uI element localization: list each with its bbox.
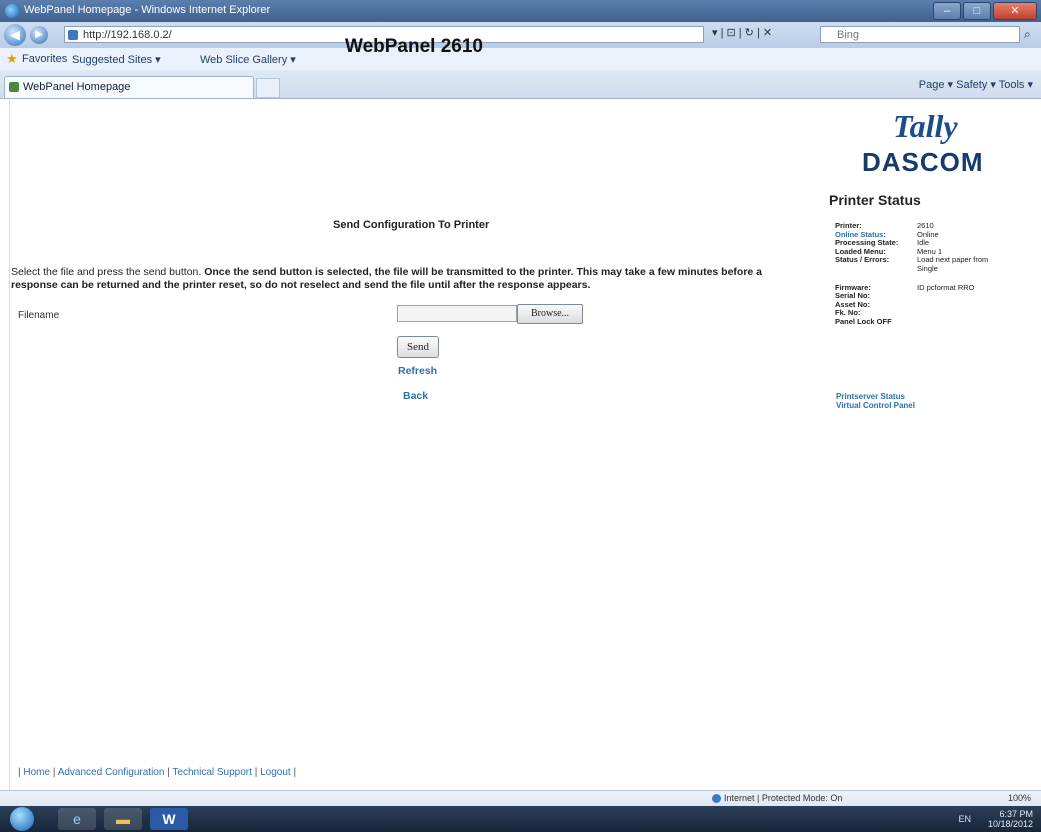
footer-nav: | Home | Advanced Configuration | Techni…	[18, 767, 297, 778]
search-icon[interactable]: ⌕	[1024, 27, 1031, 42]
printer-status-heading: Printer Status	[829, 192, 921, 208]
back-arrow-icon[interactable]: ◀	[4, 24, 26, 46]
window-controls: – □ ✕	[933, 2, 1037, 20]
page-title: WebPanel 2610	[345, 36, 484, 57]
favorites-star-icon[interactable]: ★	[6, 51, 18, 67]
browse-button[interactable]: Browse...	[517, 304, 583, 324]
command-bar[interactable]: Page ▾ Safety ▾ Tools ▾	[919, 78, 1033, 91]
maximize-button[interactable]: □	[963, 2, 991, 20]
virtual-control-panel-link[interactable]: Virtual Control Panel	[836, 401, 915, 410]
status-row-errors: Status / Errors: Load next paper from Si…	[835, 256, 1005, 273]
footer-advanced-link[interactable]: Advanced Configuration	[58, 767, 165, 778]
status-row-asset: Asset No:	[835, 300, 1005, 310]
zoom-level[interactable]: 100%	[1008, 793, 1031, 803]
file-path-input[interactable]	[397, 305, 517, 322]
ie-logo-icon	[5, 4, 19, 18]
dascom-logo: DASCOM	[862, 147, 984, 177]
taskbar-folder-icon[interactable]: ▬	[104, 808, 142, 830]
section-title: Send Configuration To Printer	[333, 219, 490, 231]
start-button[interactable]	[10, 807, 34, 831]
filename-label: Filename	[18, 310, 60, 321]
tab-title: WebPanel Homepage	[23, 81, 131, 93]
tally-logo: Tally	[893, 108, 958, 144]
globe-icon	[712, 794, 721, 804]
status-row-panel-lock: Panel Lock OFF	[835, 316, 1005, 327]
favorites-button[interactable]: Favorites	[22, 53, 67, 65]
footer-home-link[interactable]: Home	[23, 767, 50, 778]
window-titlebar: WebPanel Homepage - Windows Internet Exp…	[0, 0, 1041, 22]
instructions-text: Select the file and press the send butto…	[11, 266, 801, 292]
browser-status-bar: Internet | Protected Mode: On 100%	[0, 790, 1041, 807]
clock[interactable]: 6:37 PM 10/18/2012	[988, 809, 1033, 829]
status-value: ID pcformat RRO	[917, 282, 975, 292]
clock-date: 10/18/2012	[987, 819, 1033, 829]
windows-taskbar: e ▬ W EN 6:37 PM 10/18/2012	[0, 806, 1041, 832]
security-zone: Internet | Protected Mode: On	[712, 793, 843, 804]
send-button[interactable]: Send	[397, 336, 439, 358]
suggested-sites-link[interactable]: Suggested Sites ▾	[72, 53, 161, 66]
instruction-plain: Select the file and press the send butto…	[11, 266, 205, 278]
window-title: WebPanel Homepage - Windows Internet Exp…	[24, 4, 271, 16]
taskbar-ie-icon[interactable]: e	[58, 808, 96, 830]
search-input[interactable]: Bing	[820, 26, 1020, 43]
tab-bar: WebPanel Homepage Page ▾ Safety ▾ Tools …	[0, 70, 1041, 99]
printserver-status-link[interactable]: Printserver Status	[836, 392, 905, 401]
status-key: Status / Errors:	[835, 255, 890, 265]
clock-time: 6:37 PM	[999, 809, 1033, 819]
zone-text: Internet | Protected Mode: On	[724, 793, 843, 803]
status-value: Load next paper from Single	[917, 255, 989, 273]
taskbar-word-icon[interactable]: W	[150, 808, 188, 830]
page-icon	[68, 30, 78, 40]
forward-arrow-icon[interactable]: ▶	[30, 26, 48, 44]
search-placeholder: Bing	[837, 29, 860, 41]
back-link[interactable]: Back	[403, 390, 428, 402]
web-slice-gallery-link[interactable]: Web Slice Gallery ▾	[200, 53, 296, 66]
status-value: Online	[917, 229, 939, 239]
tab-webpanel-homepage[interactable]: WebPanel Homepage	[4, 76, 254, 98]
favorites-bar: ★ Favorites Suggested Sites ▾ Web Slice …	[0, 48, 1041, 71]
tray-lang[interactable]: EN	[958, 814, 971, 824]
address-tools[interactable]: ▾ | ⊡ | ↻ | ✕	[712, 26, 772, 39]
refresh-link[interactable]: Refresh	[398, 365, 437, 377]
footer-logout-link[interactable]: Logout	[260, 767, 291, 778]
status-key: Panel Lock OFF	[835, 316, 892, 326]
printer-status-table: Printer: 2610 Online Status: Online Proc…	[835, 221, 1005, 327]
navigation-bar: ◀ ▶ http://192.168.0.2/ ▾ | ⊡ | ↻ | ✕ Bi…	[0, 22, 1041, 48]
address-text: http://192.168.0.2/	[83, 29, 172, 41]
tab-favicon-icon	[9, 82, 19, 92]
close-button[interactable]: ✕	[993, 2, 1037, 20]
minimize-button[interactable]: –	[933, 2, 961, 20]
footer-support-link[interactable]: Technical Support	[172, 767, 252, 778]
new-tab-button[interactable]	[256, 78, 280, 98]
